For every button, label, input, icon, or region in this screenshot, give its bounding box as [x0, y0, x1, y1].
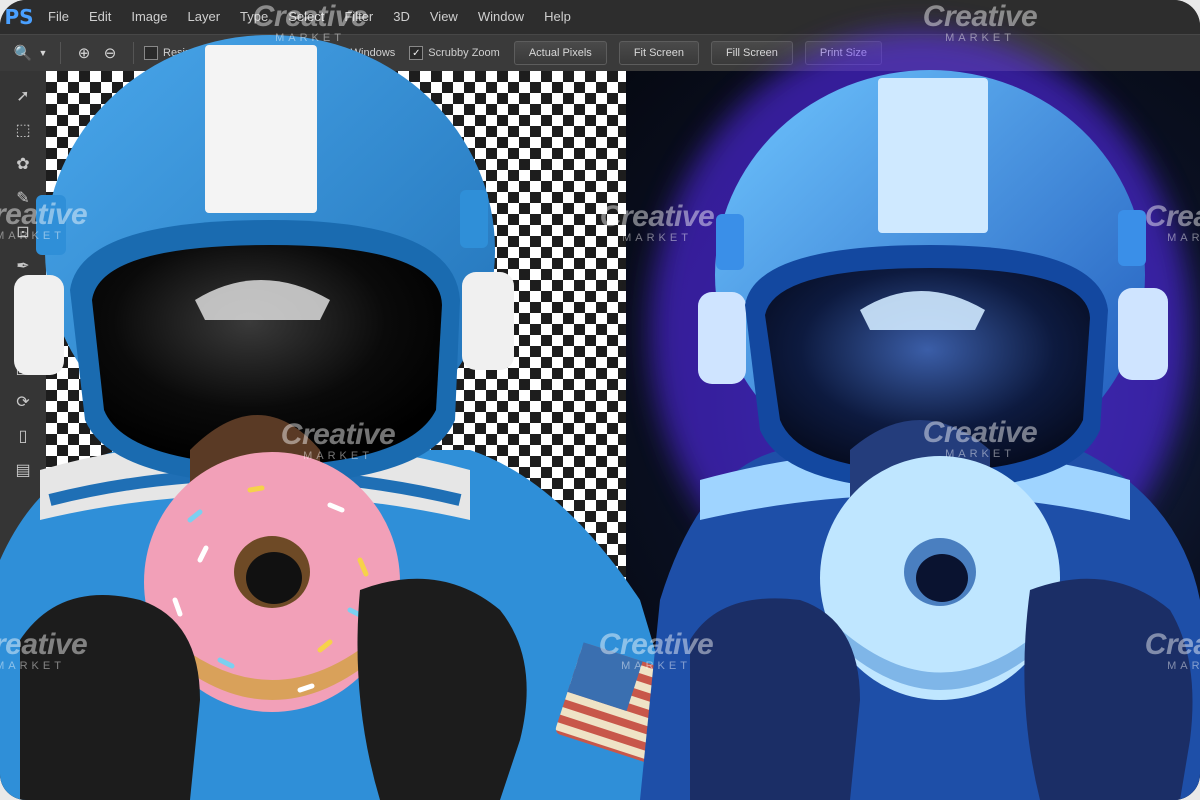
right-astronaut — [640, 30, 1200, 800]
astronaut-artwork — [0, 30, 1200, 800]
left-astronaut — [0, 35, 711, 800]
photoshop-window: PS File Edit Image Layer Type Select Fil… — [0, 0, 1200, 800]
